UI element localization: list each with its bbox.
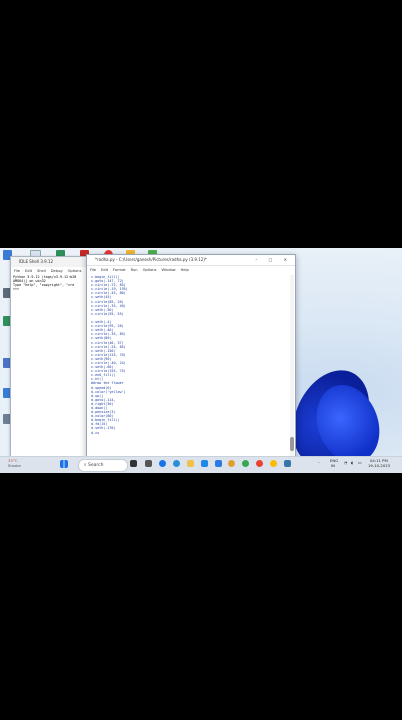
vertical-scrollbar[interactable] xyxy=(290,275,294,465)
overflow-chevron-icon[interactable]: ˄ xyxy=(318,461,320,466)
menu-run[interactable]: Run xyxy=(131,268,138,272)
windows-start-icon[interactable] xyxy=(60,460,68,468)
menu-file[interactable]: File xyxy=(90,268,96,272)
editor-title: *radha.py - C:/Users/ganesh/Pictures/rad… xyxy=(95,257,207,262)
shell-menu-shell[interactable]: Shell xyxy=(37,269,46,273)
shell-menu-edit[interactable]: Edit xyxy=(25,269,32,273)
menu-edit[interactable]: Edit xyxy=(101,268,108,272)
chrome-icon[interactable] xyxy=(242,460,249,467)
edge-icon[interactable] xyxy=(159,460,166,467)
app-icon[interactable] xyxy=(228,460,235,467)
window-controls[interactable]: – ▢ ✕ xyxy=(255,255,292,265)
editor-menubar: File Edit Format Run Options Window Help xyxy=(87,266,295,274)
browser-alt-icon[interactable] xyxy=(270,460,277,467)
weather-desc[interactable]: Smoke xyxy=(8,463,21,468)
wifi-icon[interactable]: ◔ xyxy=(344,460,347,465)
search-icon: ⌕ xyxy=(84,462,87,468)
idle-editor-window[interactable]: *radha.py - C:/Users/ganesh/Pictures/rad… xyxy=(86,254,296,468)
python-icon[interactable] xyxy=(284,460,291,467)
folder-icon[interactable] xyxy=(187,460,194,467)
widget-icon[interactable] xyxy=(145,460,152,467)
lang-region[interactable]: IN xyxy=(331,463,335,468)
taskview-icon[interactable] xyxy=(130,460,137,467)
shell-menu-file[interactable]: File xyxy=(14,269,20,273)
search-box[interactable]: ⌕ Search xyxy=(78,458,128,472)
scrollbar-thumb[interactable] xyxy=(290,437,294,451)
store-icon[interactable] xyxy=(201,460,208,467)
chrome-alt-icon[interactable] xyxy=(256,460,263,467)
browser-icon[interactable] xyxy=(173,460,180,467)
menu-window[interactable]: Window xyxy=(161,268,175,272)
menu-help[interactable]: Help xyxy=(181,268,189,272)
editor-titlebar: *radha.py - C:/Users/ganesh/Pictures/rad… xyxy=(87,255,295,266)
search-label: Search xyxy=(87,462,104,468)
vscode-icon[interactable] xyxy=(215,460,222,467)
battery-icon[interactable]: ▭ xyxy=(358,460,362,465)
shell-menu-debug[interactable]: Debug xyxy=(51,269,63,273)
code-editor[interactable]: c.begin_fill() c.goto(-147, 72) c.circle(-… xyxy=(89,275,289,465)
menu-options[interactable]: Options xyxy=(143,268,157,272)
menu-format[interactable]: Format xyxy=(113,268,126,272)
shell-menu-options[interactable]: Options xyxy=(68,269,82,273)
volume-icon[interactable]: ◖ xyxy=(351,460,353,465)
code-line: d.cs xyxy=(91,430,100,435)
clock-date[interactable]: 19-10-2023 xyxy=(368,463,390,468)
